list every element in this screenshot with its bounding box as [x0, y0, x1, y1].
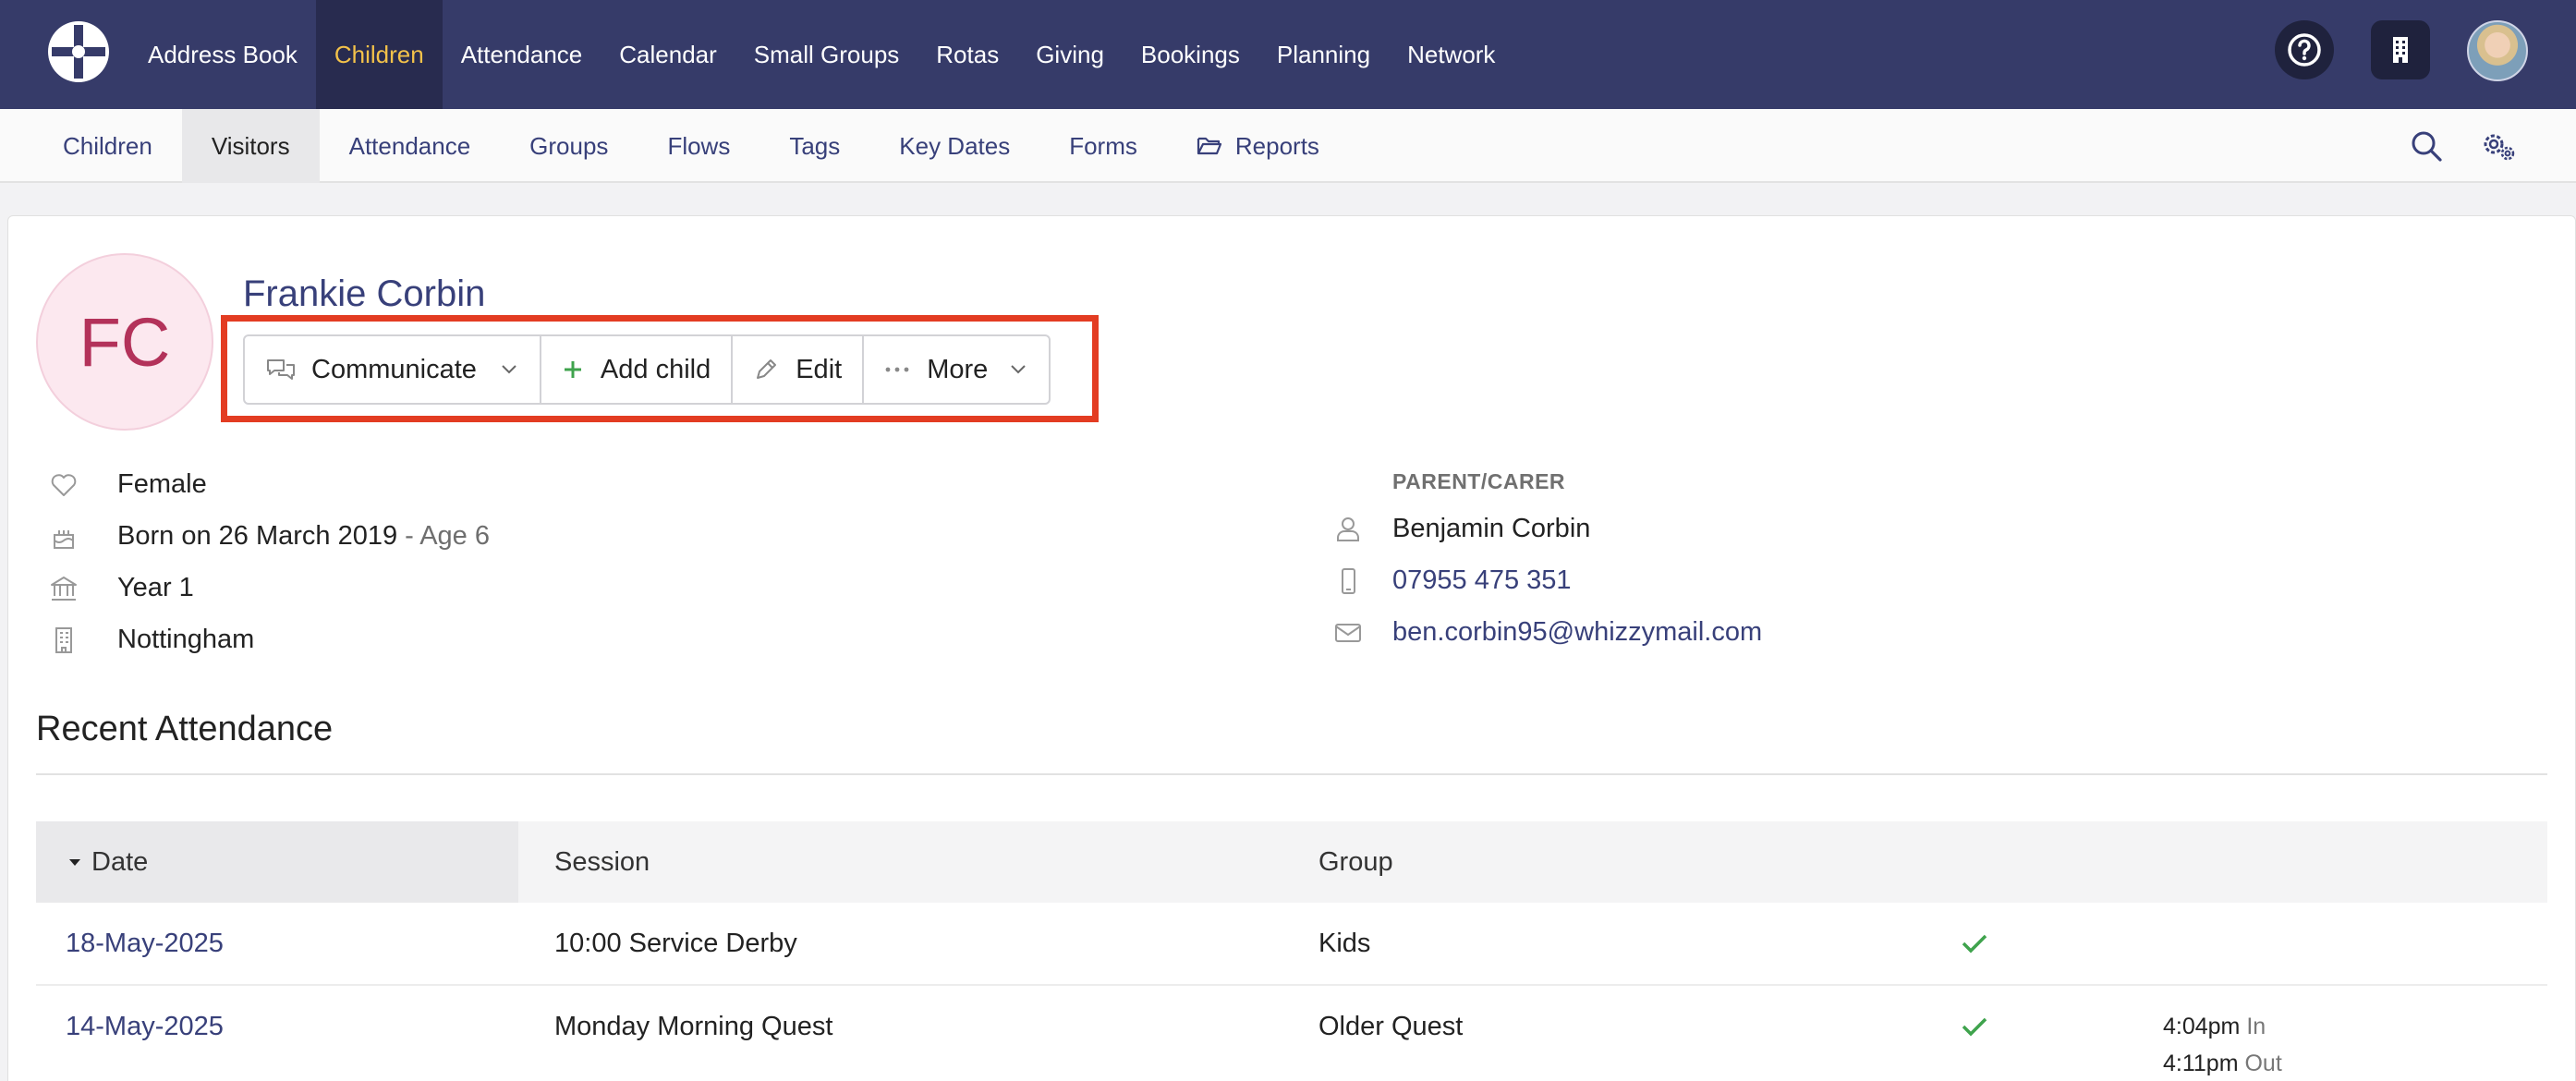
topnav-rotas[interactable]: Rotas	[917, 0, 1017, 109]
check-out-time-value: 4:11pm	[2163, 1051, 2239, 1076]
heart-icon	[51, 474, 77, 496]
user-avatar[interactable]	[2467, 20, 2528, 81]
subnav-visitors[interactable]: Visitors	[181, 109, 320, 183]
ellipsis-icon	[885, 367, 909, 372]
group-column-header[interactable]: Group	[1318, 821, 1393, 903]
sort-descending-icon	[69, 859, 80, 866]
check-in-time: 4:04pm In	[2163, 1014, 2266, 1040]
subnav-reports-label: Reports	[1234, 131, 1319, 160]
communicate-label: Communicate	[311, 354, 477, 384]
table-row: 14-May-2025 Monday Morning Quest Older Q…	[36, 986, 2547, 1077]
session-column-header[interactable]: Session	[554, 821, 650, 903]
table-row: 18-May-2025 10:00 Service Derby Kids	[36, 903, 2547, 986]
attendance-session: 10:00 Service Derby	[554, 928, 797, 958]
check-in-time-value: 4:04pm	[2163, 1014, 2241, 1039]
topnav-planning[interactable]: Planning	[1258, 0, 1389, 109]
organisation-button[interactable]	[2371, 20, 2430, 79]
topnav-bookings[interactable]: Bookings	[1123, 0, 1258, 109]
topnav-address-book[interactable]: Address Book	[129, 0, 316, 109]
chevron-down-icon	[502, 365, 516, 374]
mobile-phone-icon	[1342, 568, 1355, 594]
help-button[interactable]	[2275, 20, 2334, 79]
folder-open-icon	[1197, 137, 1221, 155]
chevron-down-icon	[1011, 365, 1026, 374]
building-icon	[2393, 37, 2408, 63]
help-icon	[2288, 33, 2321, 67]
sub-nav-menu: Children Visitors Attendance Groups Flow…	[33, 109, 1349, 183]
check-out-label: Out	[2244, 1051, 2282, 1076]
settings-icon[interactable]	[2480, 128, 2517, 164]
subnav-reports[interactable]: Reports	[1167, 109, 1349, 183]
topnav-calendar[interactable]: Calendar	[601, 0, 735, 109]
add-child-button[interactable]: Add child	[541, 336, 734, 403]
check-in-label: In	[2246, 1014, 2266, 1039]
attendance-table: Date Session Group 18-May-2025 10:00 Ser…	[36, 821, 2547, 1077]
attendance-date-link[interactable]: 14-May-2025	[66, 986, 224, 1067]
topnav-network[interactable]: Network	[1389, 0, 1513, 109]
edit-button[interactable]: Edit	[733, 336, 865, 403]
attendance-group: Older Quest	[1318, 1011, 1464, 1041]
birthday-cake-icon	[54, 530, 74, 549]
topnav-children[interactable]: Children	[315, 0, 443, 109]
age-value: - Age 6	[405, 521, 490, 551]
pencil-icon	[757, 359, 777, 379]
app-logo-icon[interactable]	[46, 19, 111, 84]
birth-date-row: Born on 26 March 2019 - Age 6	[117, 521, 490, 552]
edit-label: Edit	[796, 354, 843, 384]
search-icon[interactable]	[2408, 128, 2445, 164]
envelope-icon	[1335, 624, 1361, 642]
more-label: More	[927, 354, 989, 384]
topnav-small-groups[interactable]: Small Groups	[735, 0, 918, 109]
check-out-time: 4:11pm Out	[2163, 1051, 2282, 1077]
topnav-attendance[interactable]: Attendance	[443, 0, 601, 109]
chat-bubbles-icon	[267, 359, 295, 380]
child-avatar: FC	[36, 253, 213, 431]
checkmark-icon	[1962, 934, 1987, 953]
child-name: Frankie Corbin	[243, 273, 486, 314]
attendance-session: Monday Morning Quest	[554, 1011, 833, 1041]
parent-email-link[interactable]: ben.corbin95@whizzymail.com	[1392, 617, 1762, 648]
communicate-button[interactable]: Communicate	[245, 336, 541, 403]
site-value: Nottingham	[117, 625, 255, 654]
subnav-tags[interactable]: Tags	[759, 109, 869, 183]
checkmark-icon	[1962, 1017, 1987, 1037]
parent-carer-heading: PARENT/CARER	[1392, 469, 1566, 493]
parent-phone-link[interactable]: 07955 475 351	[1392, 565, 1572, 596]
birth-date-value: Born on 26 March 2019	[117, 521, 398, 551]
recent-attendance-heading: Recent Attendance	[36, 710, 334, 748]
school-year-value: Year 1	[117, 573, 194, 602]
subnav-key-dates[interactable]: Key Dates	[869, 109, 1039, 183]
subnav-attendance[interactable]: Attendance	[320, 109, 501, 183]
child-profile-card: FC Frankie Corbin Communicate Add child …	[7, 215, 2576, 1081]
site-building-icon	[55, 627, 72, 653]
sub-navigation-bar: Children Visitors Attendance Groups Flow…	[0, 109, 2576, 183]
date-column-header[interactable]: Date	[67, 821, 148, 903]
top-navigation-bar: Address Book Children Attendance Calenda…	[0, 0, 2576, 109]
subnav-groups[interactable]: Groups	[500, 109, 638, 183]
top-nav-menu: Address Book Children Attendance Calenda…	[129, 0, 1513, 109]
plus-icon	[564, 361, 581, 378]
profile-action-buttons: Communicate Add child Edit More	[243, 334, 1051, 405]
attendance-group: Kids	[1318, 928, 1371, 958]
date-column-label: Date	[91, 846, 149, 877]
parent-name: Benjamin Corbin	[1392, 514, 1591, 543]
section-divider	[36, 773, 2547, 775]
attendance-date-link[interactable]: 18-May-2025	[66, 903, 224, 984]
subnav-children[interactable]: Children	[33, 109, 182, 183]
topnav-giving[interactable]: Giving	[1017, 0, 1123, 109]
subnav-flows[interactable]: Flows	[638, 109, 759, 183]
subnav-forms[interactable]: Forms	[1039, 109, 1167, 183]
more-button[interactable]: More	[864, 336, 1049, 403]
school-icon	[51, 577, 77, 601]
person-icon	[1337, 517, 1359, 541]
table-header: Date Session Group	[36, 821, 2547, 903]
add-child-label: Add child	[600, 354, 711, 384]
gender-value: Female	[117, 469, 207, 499]
